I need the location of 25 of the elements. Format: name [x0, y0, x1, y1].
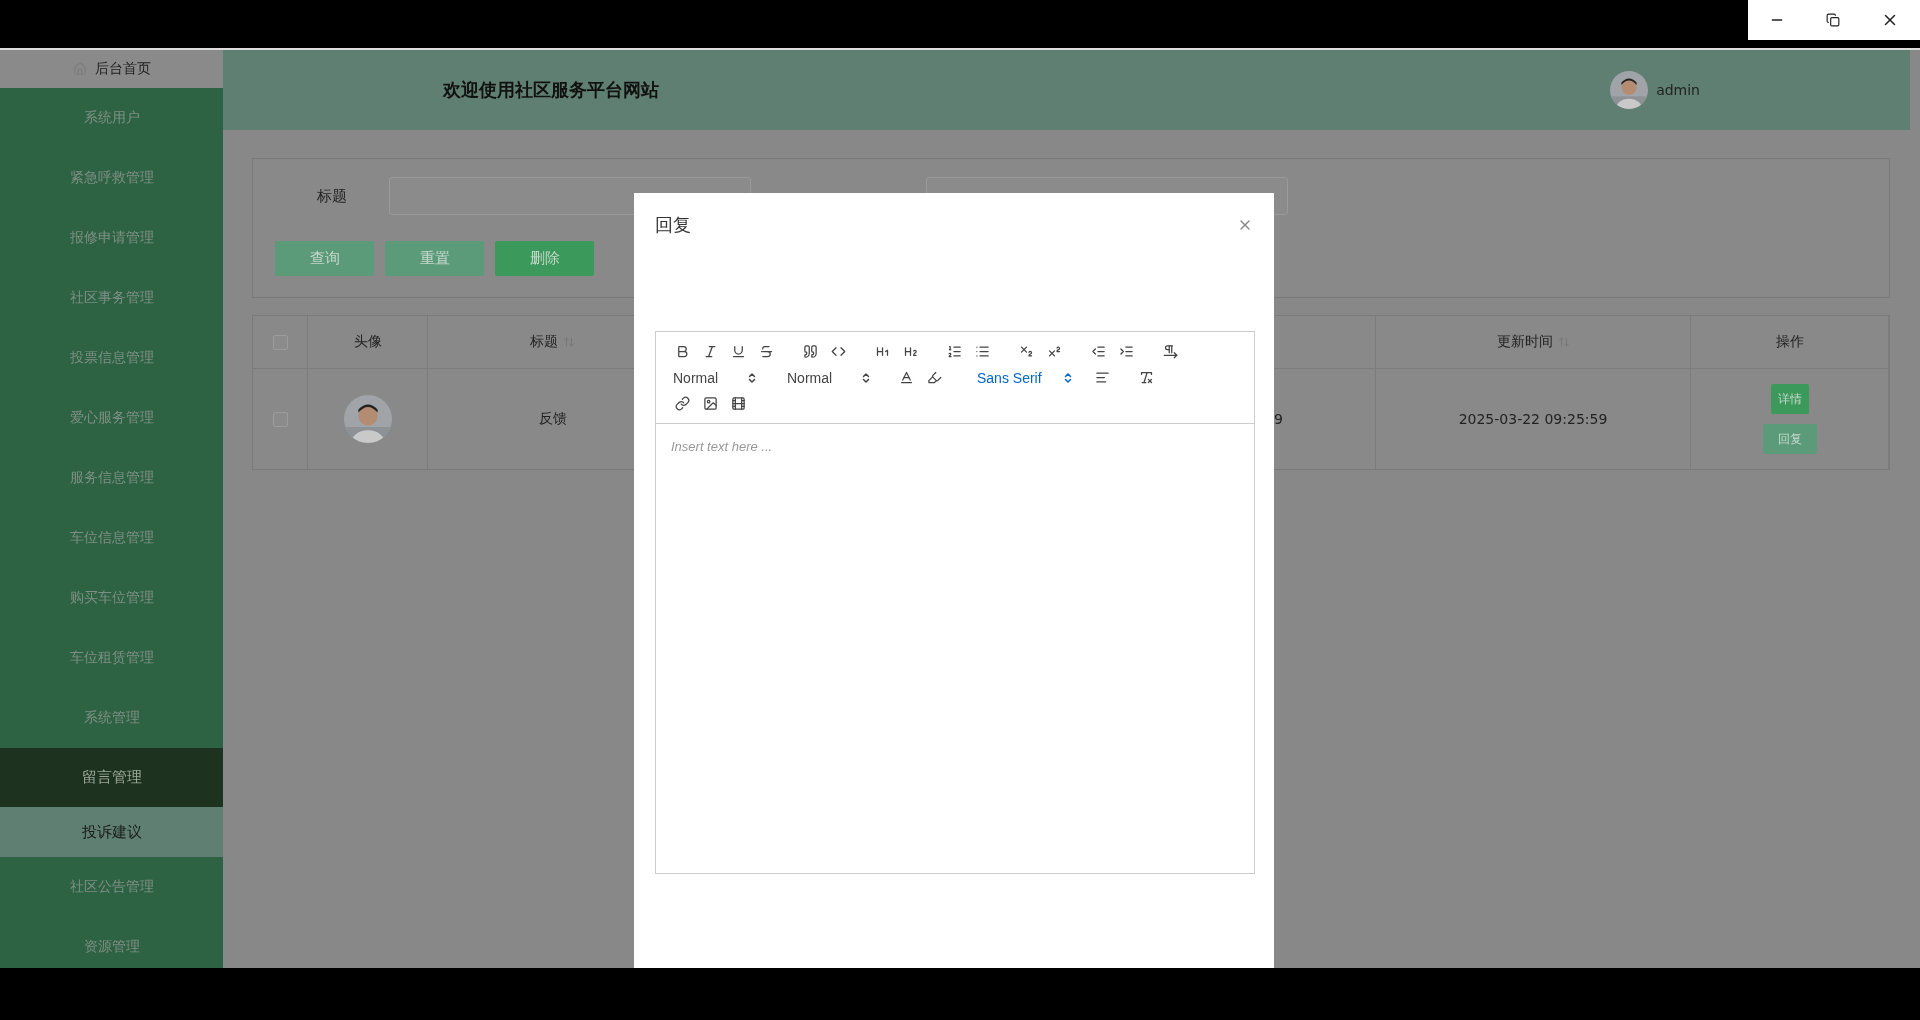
editor-placeholder: Insert text here ... [671, 439, 773, 454]
table-cell: 9 [1274, 411, 1283, 427]
site-title: 欢迎使用社区服务平台网站 [443, 78, 660, 102]
column-header: 更新时间 [1496, 333, 1553, 351]
column-header: 标题 [530, 333, 558, 351]
reply-button[interactable]: 回复 [1762, 424, 1817, 454]
field-label: 标题 [316, 186, 348, 206]
column-header: 操作 [1775, 333, 1804, 351]
sidebar-item-label: 后台首页 [94, 60, 151, 78]
table-cell: 2025-03-22 09:25:59 [1458, 411, 1608, 427]
dialog-title: 回复 [655, 213, 691, 237]
detail-button[interactable]: 详情 [1770, 384, 1809, 414]
action-button[interactable]: 重置 [385, 241, 484, 276]
dropdown-picker[interactable]: Sans Serif [972, 366, 1074, 389]
column-header: 头像 [353, 333, 382, 351]
dropdown-picker[interactable]: Normal [782, 366, 872, 389]
sidebar-item[interactable]: 后台首页 [0, 50, 223, 88]
sidebar-item[interactable]: 留言管理 [0, 748, 223, 807]
rich-text-editor[interactable]: Normal Normal Sans Serif Insert text here ... [655, 331, 1255, 874]
dropdown-picker[interactable]: Normal [668, 366, 758, 389]
action-button[interactable]: 查询 [275, 241, 374, 276]
username[interactable]: admin [1656, 82, 1700, 98]
action-button[interactable]: 删除 [495, 241, 594, 276]
sidebar-subitem[interactable]: 投诉建议 [0, 807, 223, 857]
table-cell: 反馈 [538, 410, 567, 428]
